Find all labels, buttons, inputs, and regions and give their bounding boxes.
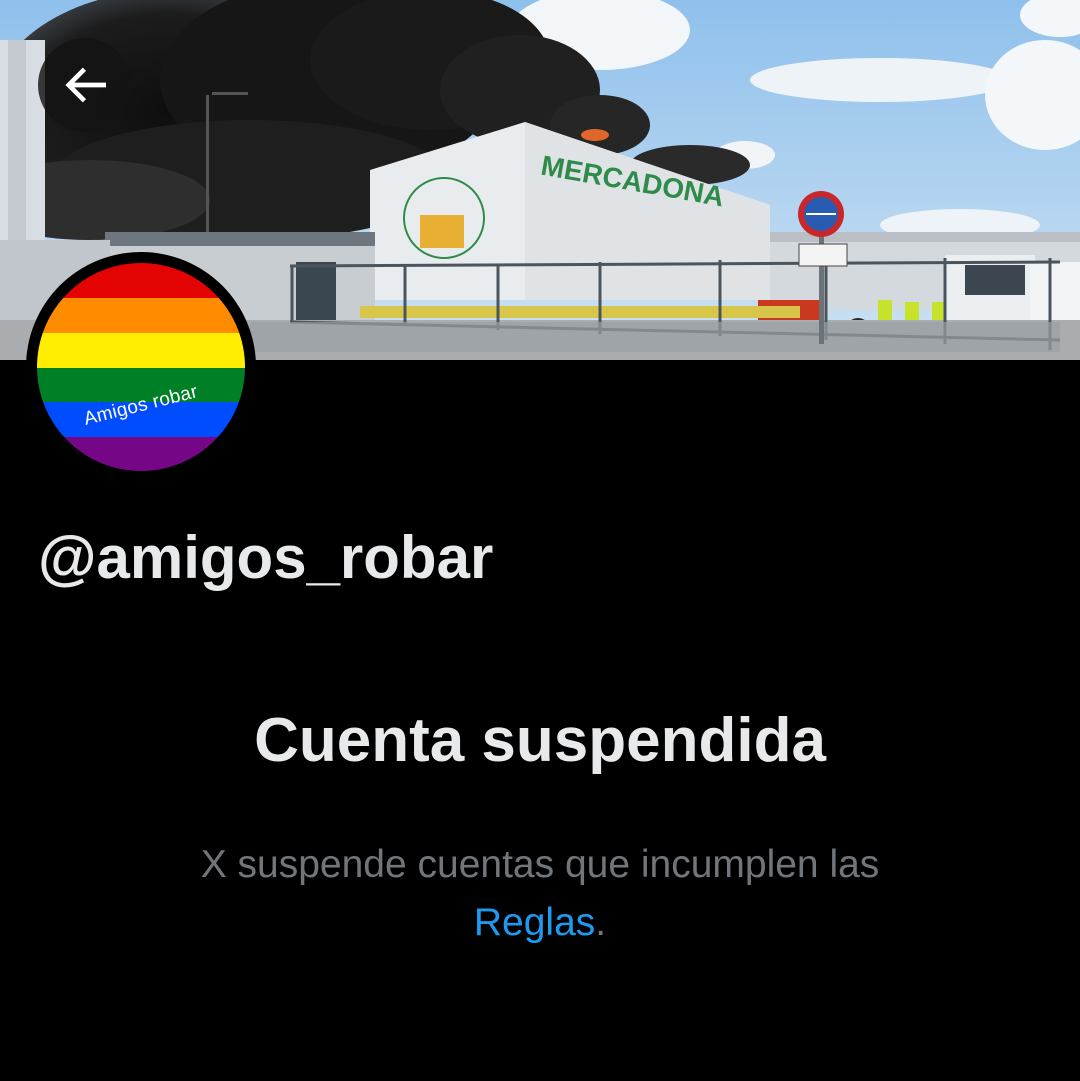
arrow-left-icon <box>65 67 106 103</box>
back-button[interactable] <box>38 38 132 132</box>
suspended-description: X suspende cuentas que incumplen las Reg… <box>120 836 960 952</box>
avatar-stripe-orange <box>37 298 245 333</box>
avatar-stripe-red <box>37 263 245 298</box>
avatar-stripe-yellow <box>37 333 245 368</box>
suspended-title: Cuenta suspendida <box>254 706 826 775</box>
description-period: . <box>595 901 607 944</box>
avatar-stripe-violet <box>37 437 245 471</box>
profile-avatar[interactable]: Amigos robar <box>26 252 256 482</box>
profile-handle: @amigos_robar <box>38 524 494 591</box>
avatar-image: Amigos robar <box>37 263 245 471</box>
profile-page: MERCADONA Amigos robar @amigos_robar Cue… <box>0 0 1080 1081</box>
suspended-description-text: X suspende cuentas que incumplen las <box>200 843 880 886</box>
rules-link[interactable]: Reglas <box>474 901 595 944</box>
